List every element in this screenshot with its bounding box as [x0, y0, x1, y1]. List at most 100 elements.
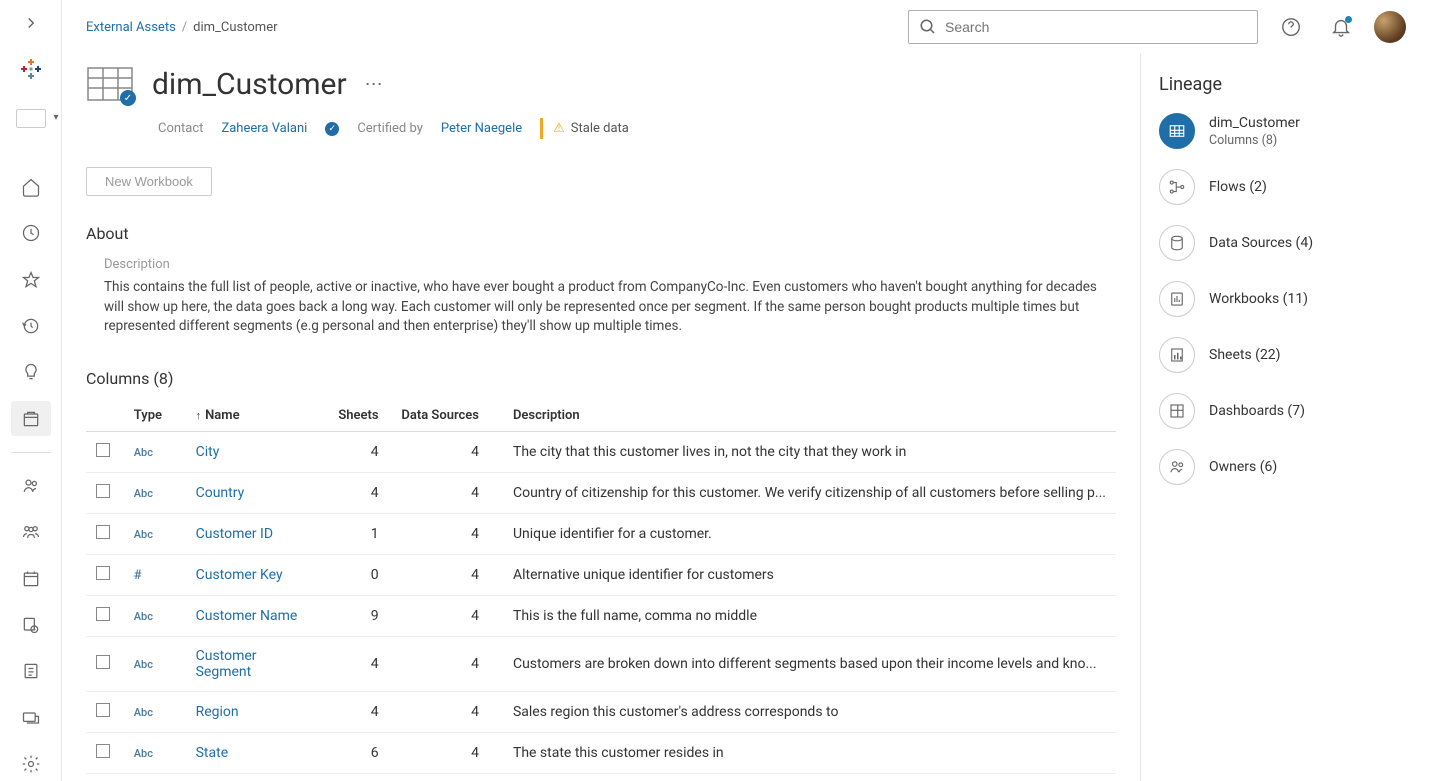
lineage-item[interactable]: Owners (6) [1159, 449, 1412, 485]
certified-badge-icon: ✓ [120, 90, 136, 106]
row-checkbox[interactable] [96, 566, 110, 580]
column-description: Unique identifier for a customer. [513, 526, 1106, 542]
col-header-datasources[interactable]: Data Sources [389, 400, 489, 432]
column-name-link[interactable]: Customer ID [196, 526, 273, 542]
flow-node-icon [1159, 169, 1195, 205]
column-name-link[interactable]: Customer Key [196, 567, 283, 583]
datasources-count: 4 [389, 636, 489, 691]
sheets-count: 1 [322, 513, 388, 554]
search-input-wrap[interactable] [908, 10, 1258, 44]
breadcrumb: External Assets / dim_Customer [86, 20, 892, 35]
search-input[interactable] [945, 19, 1247, 35]
users-icon[interactable] [11, 469, 51, 503]
column-description: Alternative unique identifier for custom… [513, 567, 1106, 583]
certified-by-link[interactable]: Peter Naegele [441, 121, 522, 136]
column-name-link[interactable]: Region [196, 704, 239, 720]
lineage-primary-subtitle: Columns (8) [1209, 133, 1300, 148]
datasources-count: 4 [389, 732, 489, 773]
certified-check-icon: ✓ [325, 122, 339, 136]
row-checkbox[interactable] [96, 703, 110, 717]
breadcrumb-root-link[interactable]: External Assets [86, 20, 176, 35]
column-name-link[interactable]: City [196, 444, 220, 460]
schedules-icon[interactable] [11, 561, 51, 595]
sheets-count: 9 [322, 595, 388, 636]
favorites-icon[interactable] [11, 263, 51, 297]
description-text: This contains the full list of people, a… [86, 278, 1106, 337]
col-header-sheets[interactable]: Sheets [322, 400, 388, 432]
datasources-count: 4 [389, 554, 489, 595]
column-name-link[interactable]: Country [196, 485, 245, 501]
row-checkbox[interactable] [96, 525, 110, 539]
datasources-count: 4 [389, 472, 489, 513]
recommendations-icon[interactable] [11, 355, 51, 389]
col-header-type[interactable]: Type [124, 400, 186, 432]
col-header-name[interactable]: ↑Name [186, 400, 323, 432]
column-name-link[interactable]: State [196, 745, 229, 761]
expand-sidebar-icon[interactable] [22, 14, 40, 36]
groups-icon[interactable] [11, 515, 51, 549]
col-header-description[interactable]: Description [489, 400, 1116, 432]
column-description: The state this customer resides in [513, 745, 1106, 761]
table-row: AbcState64The state this customer reside… [86, 732, 1116, 773]
column-description: Sales region this customer's address cor… [513, 704, 1106, 720]
lineage-primary-title: dim_Customer [1209, 115, 1300, 131]
table-row: #Customer Key04Alternative unique identi… [86, 554, 1116, 595]
minimap-icon[interactable] [16, 109, 46, 128]
contact-label: Contact [158, 121, 203, 136]
sheets-count: 6 [322, 732, 388, 773]
row-checkbox[interactable] [96, 655, 110, 669]
settings-icon[interactable] [11, 747, 51, 781]
more-actions-button[interactable]: ⋯ [365, 74, 383, 95]
type-icon: Abc [134, 487, 153, 500]
external-assets-icon[interactable] [11, 401, 51, 435]
table-row: AbcCustomer Name94This is the full name,… [86, 595, 1116, 636]
type-icon: Abc [134, 610, 153, 623]
stale-data-label: Stale data [571, 121, 629, 136]
recents-icon[interactable] [11, 309, 51, 343]
table-row: AbcCountry44Country of citizenship for t… [86, 472, 1116, 513]
user-avatar[interactable] [1374, 11, 1406, 43]
column-name-link[interactable]: Customer Name [196, 608, 298, 624]
table-row: AbcCity44The city that this customer liv… [86, 431, 1116, 472]
home-icon[interactable] [11, 170, 51, 204]
lineage-item[interactable]: Sheets (22) [1159, 337, 1412, 373]
lineage-item-label: Data Sources (4) [1209, 235, 1313, 251]
column-description: Customers are broken down into different… [513, 656, 1106, 672]
datasources-count: 4 [389, 431, 489, 472]
row-checkbox[interactable] [96, 744, 110, 758]
lineage-panel: Lineage dim_CustomerColumns (8) Flows (2… [1140, 54, 1430, 781]
table-row: AbcCustomer Segment44Customers are broke… [86, 636, 1116, 691]
column-name-link[interactable]: Customer Segment [196, 648, 257, 680]
row-checkbox[interactable] [96, 607, 110, 621]
row-checkbox[interactable] [96, 443, 110, 457]
certified-label: Certified by [357, 121, 423, 136]
type-icon: Abc [134, 446, 153, 459]
new-workbook-button[interactable]: New Workbook [86, 167, 212, 196]
jobs-icon[interactable] [11, 608, 51, 642]
sidebar-rail [0, 0, 62, 781]
lineage-item-label: Dashboards (7) [1209, 403, 1305, 419]
about-heading: About [86, 224, 1116, 243]
notifications-icon[interactable] [1324, 10, 1358, 44]
table-icon: ✓ [86, 64, 134, 104]
workbook-node-icon [1159, 281, 1195, 317]
sheet-node-icon [1159, 337, 1195, 373]
status-icon[interactable] [11, 700, 51, 734]
tableau-logo-icon[interactable] [17, 56, 45, 83]
warning-icon: ⚠ [553, 121, 565, 136]
lineage-item[interactable]: Dashboards (7) [1159, 393, 1412, 429]
columns-table: Type ↑Name Sheets Data Sources Descripti… [86, 400, 1116, 774]
help-icon[interactable] [1274, 10, 1308, 44]
column-description: Country of citizenship for this customer… [513, 485, 1106, 501]
type-icon: Abc [134, 528, 153, 541]
explore-icon[interactable] [11, 216, 51, 250]
lineage-item[interactable]: Data Sources (4) [1159, 225, 1412, 261]
lineage-item[interactable]: Workbooks (11) [1159, 281, 1412, 317]
tasks-icon[interactable] [11, 654, 51, 688]
column-description: The city that this customer lives in, no… [513, 444, 1106, 460]
lineage-item[interactable]: Flows (2) [1159, 169, 1412, 205]
row-checkbox[interactable] [96, 484, 110, 498]
lineage-primary[interactable]: dim_Customer Columns (8) [1159, 113, 1412, 149]
stale-data-badge[interactable]: ⚠ Stale data [540, 118, 639, 139]
contact-link[interactable]: Zaheera Valani [221, 121, 307, 136]
